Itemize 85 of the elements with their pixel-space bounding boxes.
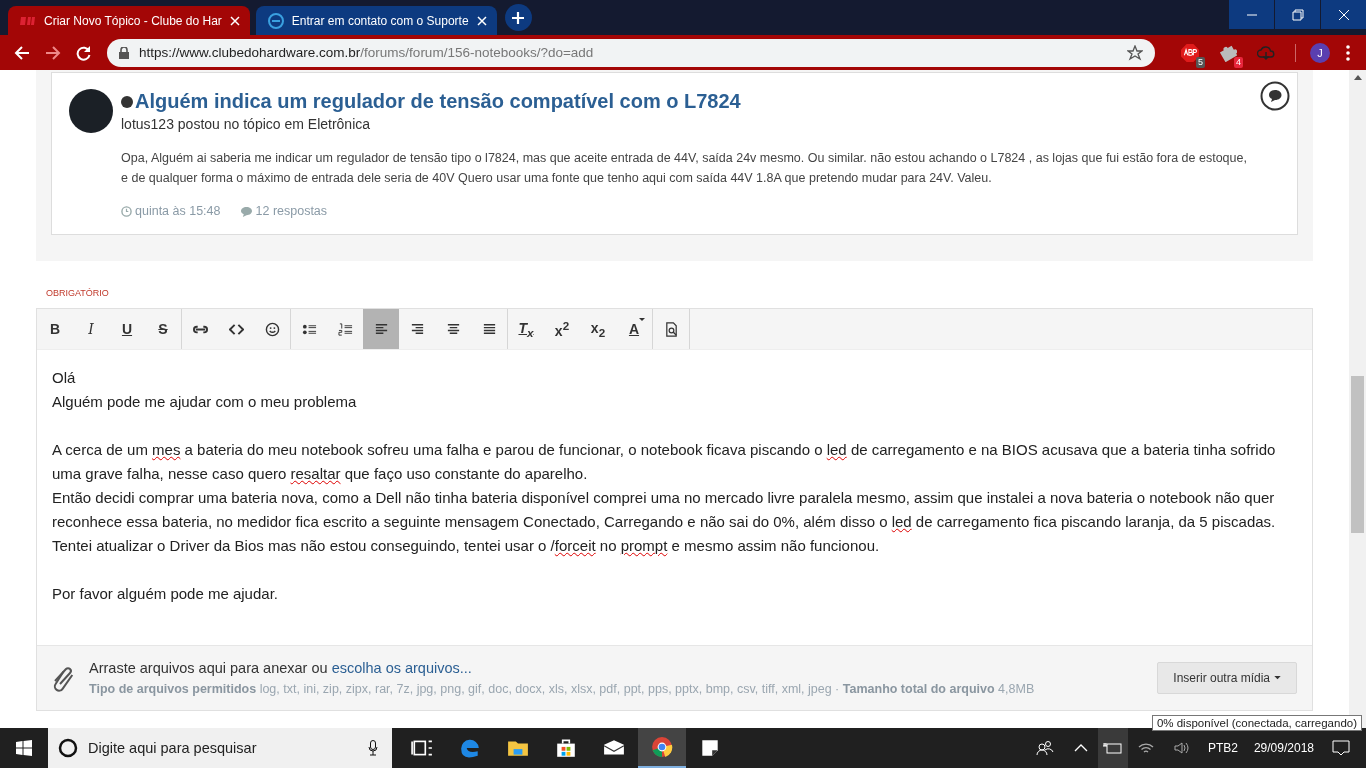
address-bar[interactable]: https://www.clubedohardware.com.br/forums/forum/156-notebooks/?do=add (107, 38, 1155, 67)
battery-tooltip: 0% disponível (conectada, carregando) (1151, 715, 1362, 731)
paragraph-text: Alguém pode me ajudar com o meu problema (52, 392, 358, 412)
paperclip-icon (51, 664, 75, 692)
preview-icon (663, 321, 679, 337)
browser-tab[interactable]: Entrar em contato com o Suporte (255, 6, 497, 35)
close-icon[interactable] (476, 15, 487, 26)
star-icon[interactable] (1127, 44, 1143, 61)
format-button[interactable]: x$_{2}$ (580, 309, 616, 349)
profile-avatar[interactable]: J (1310, 42, 1330, 63)
close-icon[interactable] (229, 15, 240, 26)
people-icon[interactable] (1035, 740, 1054, 756)
paragraph-text: A cerca de um mes a bateria do meu notebook sofreu uma falha e parou de funcionar, o notebook ficava piscando o led de carregamento e na BIOS acusava que a bateria tinha sofrido uma grave falha, nesse caso quero resaltar que faço uso constante do aparelho. (52, 440, 1277, 484)
shopping-bag-icon (555, 737, 577, 759)
close-icon (1337, 8, 1350, 21)
required-label: OBRIGATÓRIO (46, 288, 110, 298)
comment-icon (239, 205, 253, 217)
new-tab-button[interactable] (504, 4, 532, 31)
attachment-prompt: Arraste arquivos aqui para anexar ou escolha os arquivos... (89, 660, 473, 676)
round-logo-icon (651, 736, 673, 758)
format-button[interactable]: x$^{2}$ (544, 309, 580, 349)
note-icon (699, 737, 721, 759)
caret-icon (639, 318, 645, 322)
insert-media-button[interactable]: Inserir outra mídia (1157, 662, 1297, 694)
menu-icon[interactable] (1346, 44, 1350, 61)
avatar-placeholder (69, 89, 113, 133)
tab-title: Criar Novo Tópico - Clube do Har (44, 13, 222, 28)
puzzle-icon[interactable] (1219, 43, 1237, 62)
taskbar-app[interactable] (638, 728, 686, 768)
scroll-up-icon[interactable] (1353, 75, 1362, 80)
clock-icon (121, 205, 132, 217)
speaker-icon[interactable] (1173, 741, 1190, 755)
chevron-up-icon[interactable] (1073, 744, 1088, 752)
restore-button[interactable] (1275, 0, 1320, 29)
format-button[interactable]: U (109, 309, 145, 349)
caret-icon (1274, 676, 1281, 680)
count-badge: 4 (1234, 56, 1243, 68)
taskbar-date[interactable]: 29/09/2018 (1253, 741, 1314, 755)
comments-icon[interactable] (1260, 81, 1290, 111)
plus-icon (511, 10, 526, 25)
format-button[interactable]: S (145, 309, 181, 349)
post-subtitle: lotus123 postou no tópico em Eletrônica (121, 116, 372, 132)
paragraph-text: Tentei atualizar o Driver da Bios mas não estou conseguindo, tentei usar o /forceit no prompt e mesmo assim não funcionou. (52, 536, 881, 556)
reload-icon[interactable] (76, 44, 92, 61)
battery-charging-icon[interactable] (1102, 741, 1123, 755)
paragraph-text: Por favor alguém pode me ajudar. (52, 584, 279, 604)
stop-sign-icon[interactable] (1181, 43, 1199, 62)
site-logo-icon (20, 15, 36, 26)
unread-dot-icon (121, 95, 133, 108)
paragraph-text: Olá (52, 368, 77, 388)
align-left-button[interactable] (363, 309, 399, 349)
taskbar-search-field[interactable]: Digite aqui para pesquisar (48, 728, 392, 768)
lock-icon (119, 46, 129, 59)
wifi-icon[interactable] (1137, 741, 1154, 755)
reply-count: 12 respostas (255, 204, 328, 218)
microphone-icon[interactable] (368, 740, 378, 756)
browser-tab[interactable]: Criar Novo Tópico - Clube do Har (8, 6, 250, 35)
post-time: quinta às 15:48 (135, 204, 221, 218)
scrollbar-thumb[interactable] (1351, 376, 1364, 533)
format-button[interactable]: B (37, 309, 73, 349)
emoji-icon (264, 321, 280, 337)
format-button[interactable]: A (616, 309, 652, 349)
circle-logo-icon (267, 12, 284, 29)
back-icon[interactable] (14, 44, 30, 61)
post-excerpt: Opa, Alguém ai saberia me indicar um regulador de tensão tipo o l7824, mas que aceite entrada de 44V, saída 24v mesmo. Ou similar. não estou achando o L7824 , as lojas que fui estão fora de estoque, e de qualquer forma o máximo de entrada dele seria de 40V Quero usar uma fonte que tenho aqui com saída 44V 1.8A que pretendo mudar para 24V. Valeu. (121, 150, 1248, 187)
circle-icon (58, 738, 78, 758)
windows-logo-icon (16, 740, 32, 756)
notification-icon[interactable] (1332, 740, 1350, 756)
align-center-icon (445, 321, 461, 337)
allowed-file-types: Tipo de arquivos permitidos log, txt, ini, zip, zipx, rar, 7z, jpg, png, gif, doc, docx, xls, xlsx, pdf, ppt, pps, pptx, bmp, csv, tiff, xml, jpeg · Tamanho total do arquivo 4,8MB (89, 682, 1036, 696)
align-left-icon (373, 321, 389, 337)
align-right-icon (409, 321, 425, 337)
numbered-list-icon (337, 321, 353, 337)
restore-icon (1291, 8, 1304, 21)
url-text: https://www.clubedohardware.com.br/forums/forum/156-notebooks/?do=add (139, 45, 595, 60)
tab-title: Entrar em contato com o Suporte (291, 13, 469, 28)
choose-files-link[interactable]: escolha os arquivos... (331, 660, 472, 676)
input-language[interactable]: PTB2 (1207, 741, 1238, 755)
post-title-link[interactable]: Alguém indica um regulador de tensão compatível com o L7824 (135, 90, 741, 113)
letter-e-icon (459, 737, 481, 759)
format-button[interactable]: I (73, 309, 109, 349)
paragraph-text: Então decidi comprar uma bateria nova, como a Dell não tinha bateria disponível comprei uma no mercado livre paralela mesmo, assim que instalei a nova bateria o notebook não quer reconhece essa bateria, no medidor fica escrito a seguinte mensagem Conectado, Carregando e não sai do 0%, além disso o led de carregamento fica piscando laranja, da 5 piscadas. (52, 488, 1277, 532)
format-button[interactable]: T$_{x}$ (508, 309, 544, 349)
align-justify-icon (481, 321, 497, 337)
count-badge: 5 (1196, 56, 1205, 68)
